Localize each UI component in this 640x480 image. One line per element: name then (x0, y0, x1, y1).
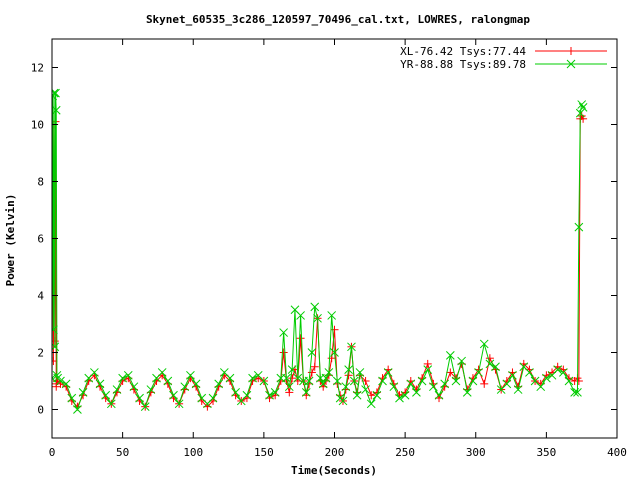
x-axis-label: Time(Seconds) (291, 464, 377, 477)
chart-title: Skynet_60535_3c286_120597_70496_cal.txt,… (146, 13, 530, 26)
y-axis-label: Power (Kelvin) (4, 194, 17, 287)
x-tick-label: 200 (325, 446, 345, 459)
chart-background (0, 0, 640, 480)
chart-root: Skynet_60535_3c286_120597_70496_cal.txt,… (0, 0, 640, 480)
y-tick-label: 6 (37, 233, 44, 246)
legend-label: YR-88.88 Tsys:89.78 (400, 58, 526, 71)
x-tick-label: 0 (49, 446, 56, 459)
y-tick-label: 12 (31, 62, 44, 75)
y-tick-label: 10 (31, 119, 44, 132)
y-tick-label: 2 (37, 347, 44, 360)
x-tick-label: 50 (116, 446, 129, 459)
x-tick-label: 350 (536, 446, 556, 459)
y-tick-label: 8 (37, 176, 44, 189)
x-tick-label: 250 (395, 446, 415, 459)
x-tick-label: 100 (183, 446, 203, 459)
x-tick-label: 150 (254, 446, 274, 459)
x-tick-label: 300 (466, 446, 486, 459)
y-tick-label: 4 (37, 290, 44, 303)
chart-svg: Skynet_60535_3c286_120597_70496_cal.txt,… (0, 0, 640, 480)
x-tick-label: 400 (607, 446, 627, 459)
legend-label: XL-76.42 Tsys:77.44 (400, 45, 526, 58)
y-tick-label: 0 (37, 404, 44, 417)
